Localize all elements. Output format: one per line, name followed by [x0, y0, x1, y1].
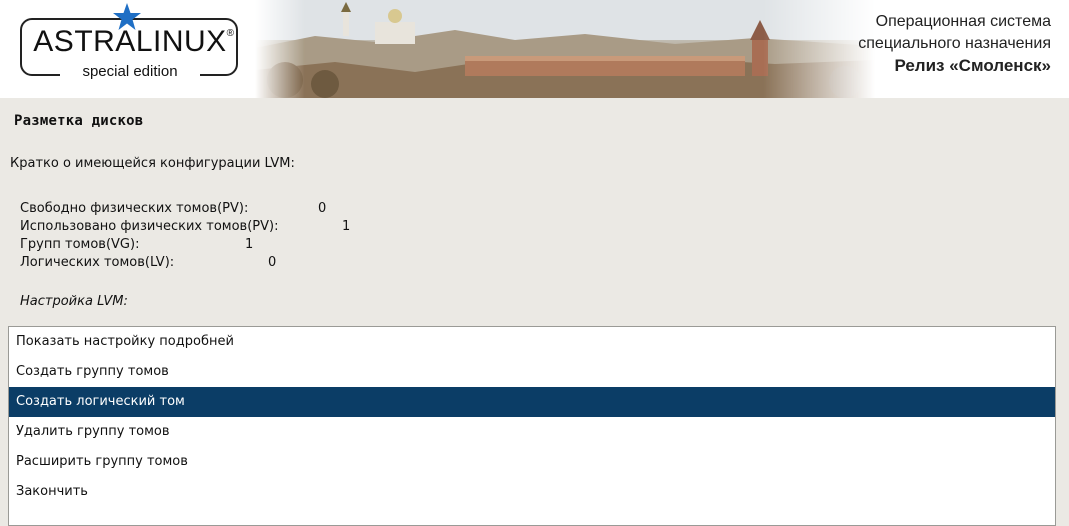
list-item-create-vg[interactable]: Создать группу томов	[9, 357, 1055, 387]
summary-intro: Кратко о имеющейся конфигурации LVM:	[10, 156, 295, 171]
stat-label: Логических томов(LV):	[20, 255, 175, 270]
stat-row: Свободно физических томов(PV): 0	[20, 200, 350, 218]
astralinux-logo: ASTRALINUX ® special edition	[20, 3, 238, 86]
stat-label: Групп томов(VG):	[20, 237, 140, 252]
stat-value: 1	[245, 237, 254, 252]
star-icon	[113, 3, 141, 30]
stat-value: 0	[318, 201, 327, 216]
lvm-action-list[interactable]: Показать настройку подробней Создать гру…	[8, 326, 1056, 526]
list-item-extend-vg[interactable]: Расширить группу томов	[9, 447, 1055, 477]
stat-label: Свободно физических томов(PV):	[20, 201, 249, 216]
panorama-illustration	[255, 0, 875, 98]
logo-registered-mark: ®	[226, 28, 234, 39]
lvm-config-label: Настройка LVM:	[20, 294, 128, 309]
stat-value: 1	[342, 219, 351, 234]
release-name: Релиз «Смоленск»	[894, 56, 1051, 75]
os-line-1: Операционная система	[875, 13, 1051, 30]
os-title: Операционная система специального назнач…	[858, 11, 1051, 77]
stat-row: Логических томов(LV): 0	[20, 254, 350, 272]
lvm-stats: Свободно физических томов(PV): 0 Использо…	[20, 200, 350, 272]
city-panorama-image	[255, 0, 875, 98]
os-line-2: специального назначения	[858, 35, 1051, 52]
header-banner: ASTRALINUX ® special edition Операционна…	[0, 0, 1069, 98]
stat-row: Использовано физических томов(PV): 1	[20, 218, 350, 236]
stat-label: Использовано физических томов(PV):	[20, 219, 279, 234]
list-item-show-details[interactable]: Показать настройку подробней	[9, 327, 1055, 357]
page-title: Разметка дисков	[14, 113, 144, 129]
list-item-delete-vg[interactable]: Удалить группу томов	[9, 417, 1055, 447]
logo-subtitle: special edition	[60, 62, 200, 82]
list-item-finish[interactable]: Закончить	[9, 477, 1055, 507]
stat-value: 0	[268, 255, 277, 270]
stat-row: Групп томов(VG): 1	[20, 236, 350, 254]
list-item-create-lv[interactable]: Создать логический том	[9, 387, 1055, 417]
